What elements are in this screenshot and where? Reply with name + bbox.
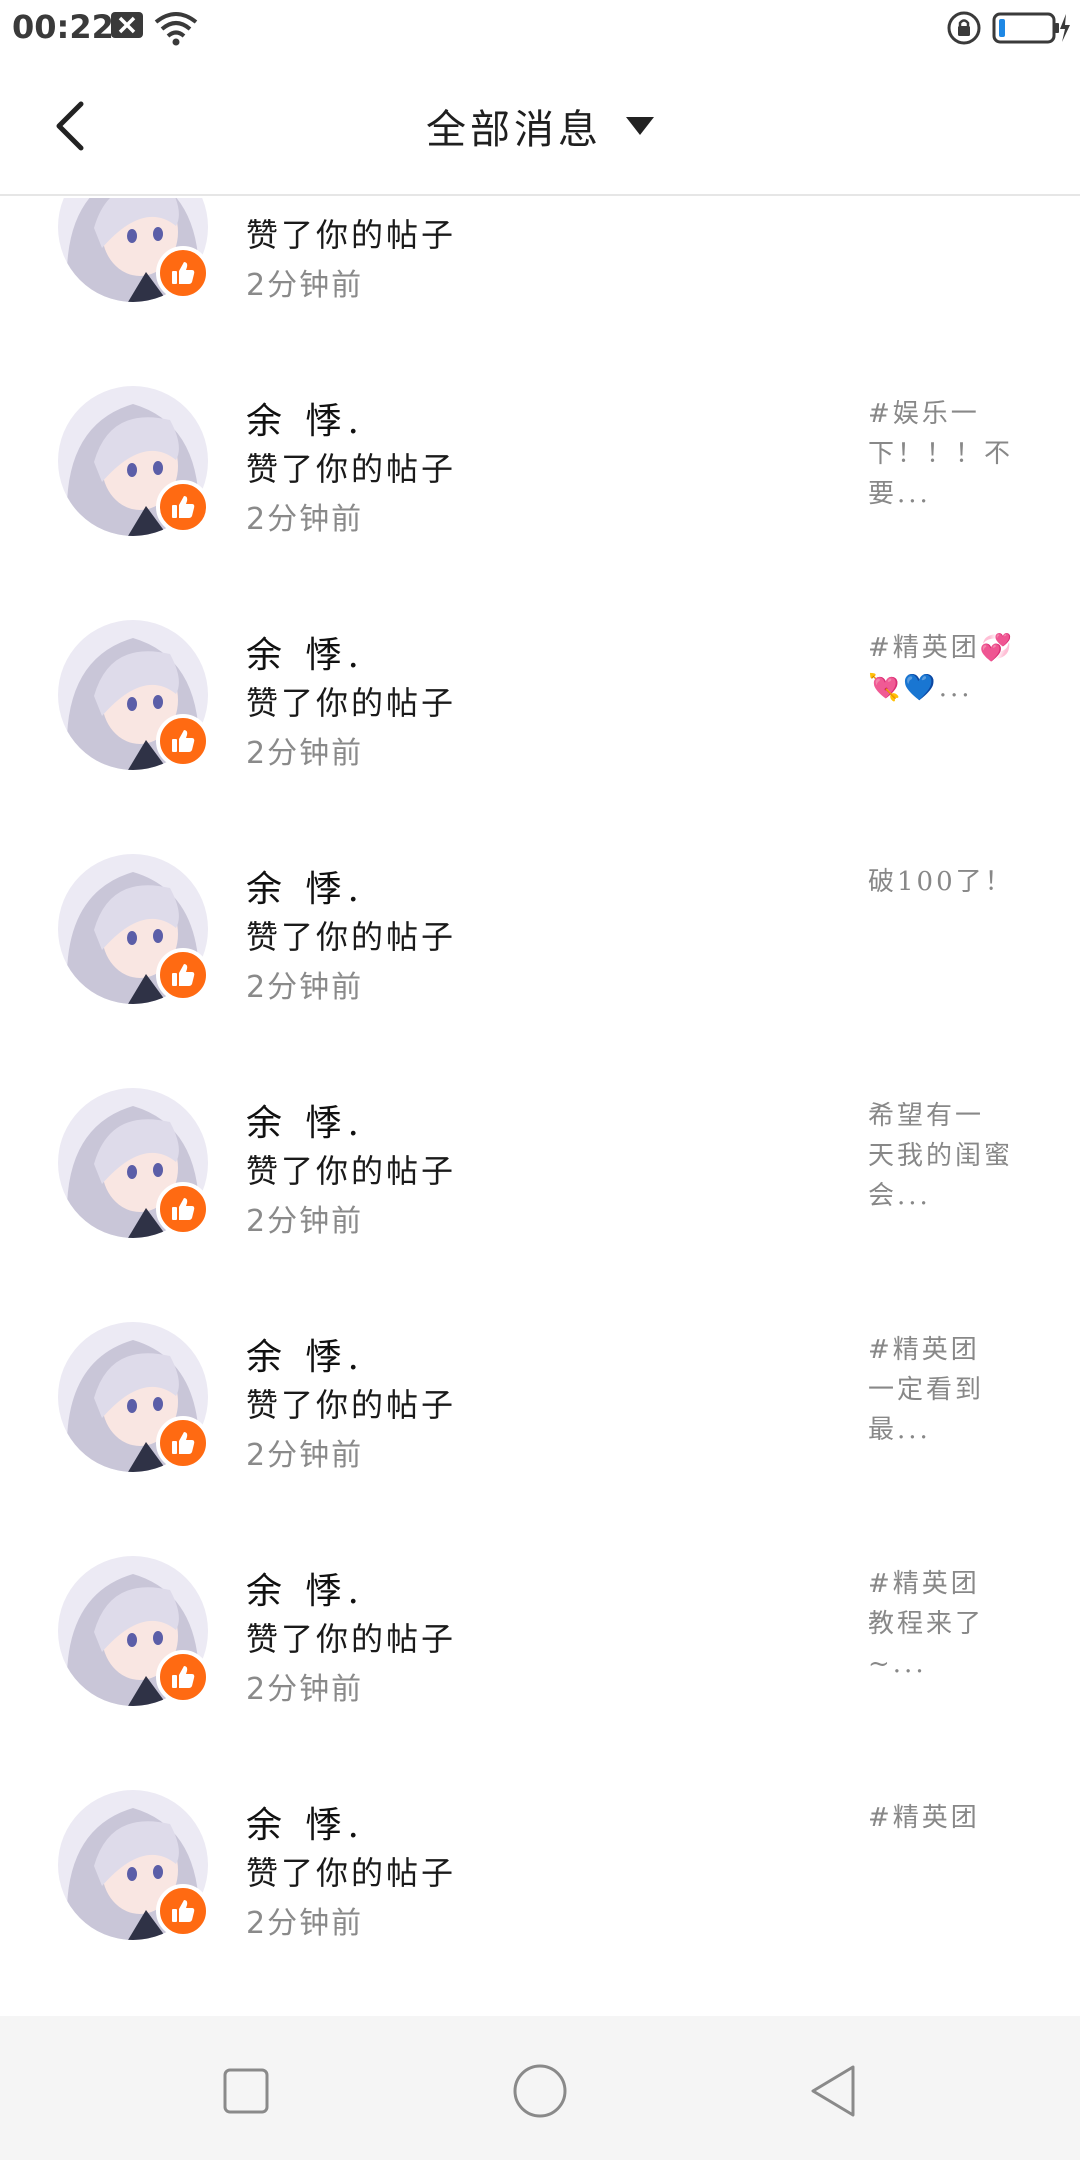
thumbs-up-icon <box>172 730 195 752</box>
back-triangle-icon <box>811 2065 855 2117</box>
notification-time: 2分钟前 <box>246 268 364 303</box>
sender-name[interactable]: 余 悸. <box>246 1796 365 1848</box>
sender-name[interactable]: 余 悸. <box>246 860 365 912</box>
page-title: 全部消息 <box>426 107 602 153</box>
notification-action: 赞了你的帖子 <box>246 1386 457 1424</box>
thumbs-up-icon <box>172 964 195 986</box>
like-badge <box>156 246 210 300</box>
thumbs-up-icon <box>172 1900 195 1922</box>
post-preview[interactable]: 破100了！ <box>868 862 1028 902</box>
notification-time: 2分钟前 <box>246 1672 364 1707</box>
like-badge <box>156 1884 210 1938</box>
notification-time: 2分钟前 <box>246 736 364 771</box>
notification-time: 2分钟前 <box>246 1438 364 1473</box>
list-item[interactable]: 余 悸. 赞了你的帖子 2分钟前 希望有一 天我的闺蜜 会... <box>0 1078 1080 1312</box>
thumbs-up-icon <box>172 1198 195 1220</box>
list-item[interactable]: 余 悸. 赞了你的帖子 2分钟前 #精英团 一定看到 最... <box>0 1312 1080 1546</box>
like-badge <box>156 948 210 1002</box>
status-bar: 00:22 <box>0 0 1080 56</box>
top-bar: 全部消息 <box>0 56 1080 196</box>
post-preview[interactable]: #娱乐一 下！！！不 要... <box>868 394 1028 514</box>
recent-apps-button[interactable] <box>211 2056 281 2126</box>
notification-time: 2分钟前 <box>246 970 364 1005</box>
notification-action: 赞了你的帖子 <box>246 1854 457 1892</box>
message-filter-dropdown[interactable]: 全部消息 <box>0 94 1080 158</box>
notification-action: 赞了你的帖子 <box>246 1620 457 1658</box>
caret-down-icon <box>626 117 654 135</box>
thumbs-up-icon <box>172 262 195 284</box>
list-item[interactable]: 余 悸. 赞了你的帖子 2分钟前 #精英团 <box>0 1780 1080 2014</box>
wifi-icon <box>154 10 198 50</box>
sender-name[interactable]: 余 悸. <box>246 1562 365 1614</box>
notification-x-icon <box>110 10 144 44</box>
like-badge <box>156 1650 210 1704</box>
post-preview[interactable]: #精英团💞 💘💙... <box>868 628 1028 708</box>
sender-name[interactable]: 余 悸. <box>246 392 365 444</box>
notification-action: 赞了你的帖子 <box>246 918 457 956</box>
post-preview[interactable]: #精英团 <box>868 1798 1028 1838</box>
notification-action: 赞了你的帖子 <box>246 216 457 254</box>
rotation-lock-icon <box>946 10 982 50</box>
notification-action: 赞了你的帖子 <box>246 684 457 722</box>
sender-name[interactable]: 余 悸. <box>246 626 365 678</box>
notification-action: 赞了你的帖子 <box>246 450 457 488</box>
post-preview[interactable]: 希望有一 天我的闺蜜 会... <box>868 1096 1028 1216</box>
home-circle-icon <box>513 2064 567 2118</box>
battery-charging-icon <box>992 10 1072 50</box>
like-badge <box>156 1182 210 1236</box>
home-button[interactable] <box>505 2056 575 2126</box>
thumbs-up-icon <box>172 496 195 518</box>
list-item[interactable]: 余 悸. 赞了你的帖子 2分钟前 #精英团 教程来了~... <box>0 1546 1080 1780</box>
notification-list[interactable]: 赞了你的帖子 2分钟前 余 悸. 赞了你的帖子 2分钟前 #娱乐一 下！！！不 … <box>0 198 1080 2016</box>
notification-action: 赞了你的帖子 <box>246 1152 457 1190</box>
status-time: 00:22 <box>12 8 114 46</box>
list-item[interactable]: 余 悸. 赞了你的帖子 2分钟前 #精英团💞 💘💙... <box>0 610 1080 844</box>
sender-name[interactable]: 余 悸. <box>246 1094 365 1146</box>
system-nav-bar <box>0 2016 1080 2160</box>
thumbs-up-icon <box>172 1666 195 1688</box>
list-item[interactable]: 赞了你的帖子 2分钟前 <box>0 198 1080 376</box>
notification-time: 2分钟前 <box>246 1204 364 1239</box>
like-badge <box>156 1416 210 1470</box>
recent-apps-square-icon <box>223 2068 269 2114</box>
sender-name[interactable]: 余 悸. <box>246 1328 365 1380</box>
nav-back-button[interactable] <box>798 2056 868 2126</box>
list-item[interactable]: 余 悸. 赞了你的帖子 2分钟前 #娱乐一 下！！！不 要... <box>0 376 1080 610</box>
post-preview[interactable]: #精英团 教程来了~... <box>868 1564 1028 1684</box>
list-item[interactable]: 余 悸. 赞了你的帖子 2分钟前 破100了！ <box>0 844 1080 1078</box>
like-badge <box>156 480 210 534</box>
thumbs-up-icon <box>172 1432 195 1454</box>
like-badge <box>156 714 210 768</box>
post-preview[interactable]: #精英团 一定看到 最... <box>868 1330 1028 1450</box>
notification-time: 2分钟前 <box>246 1906 364 1941</box>
notification-time: 2分钟前 <box>246 502 364 537</box>
